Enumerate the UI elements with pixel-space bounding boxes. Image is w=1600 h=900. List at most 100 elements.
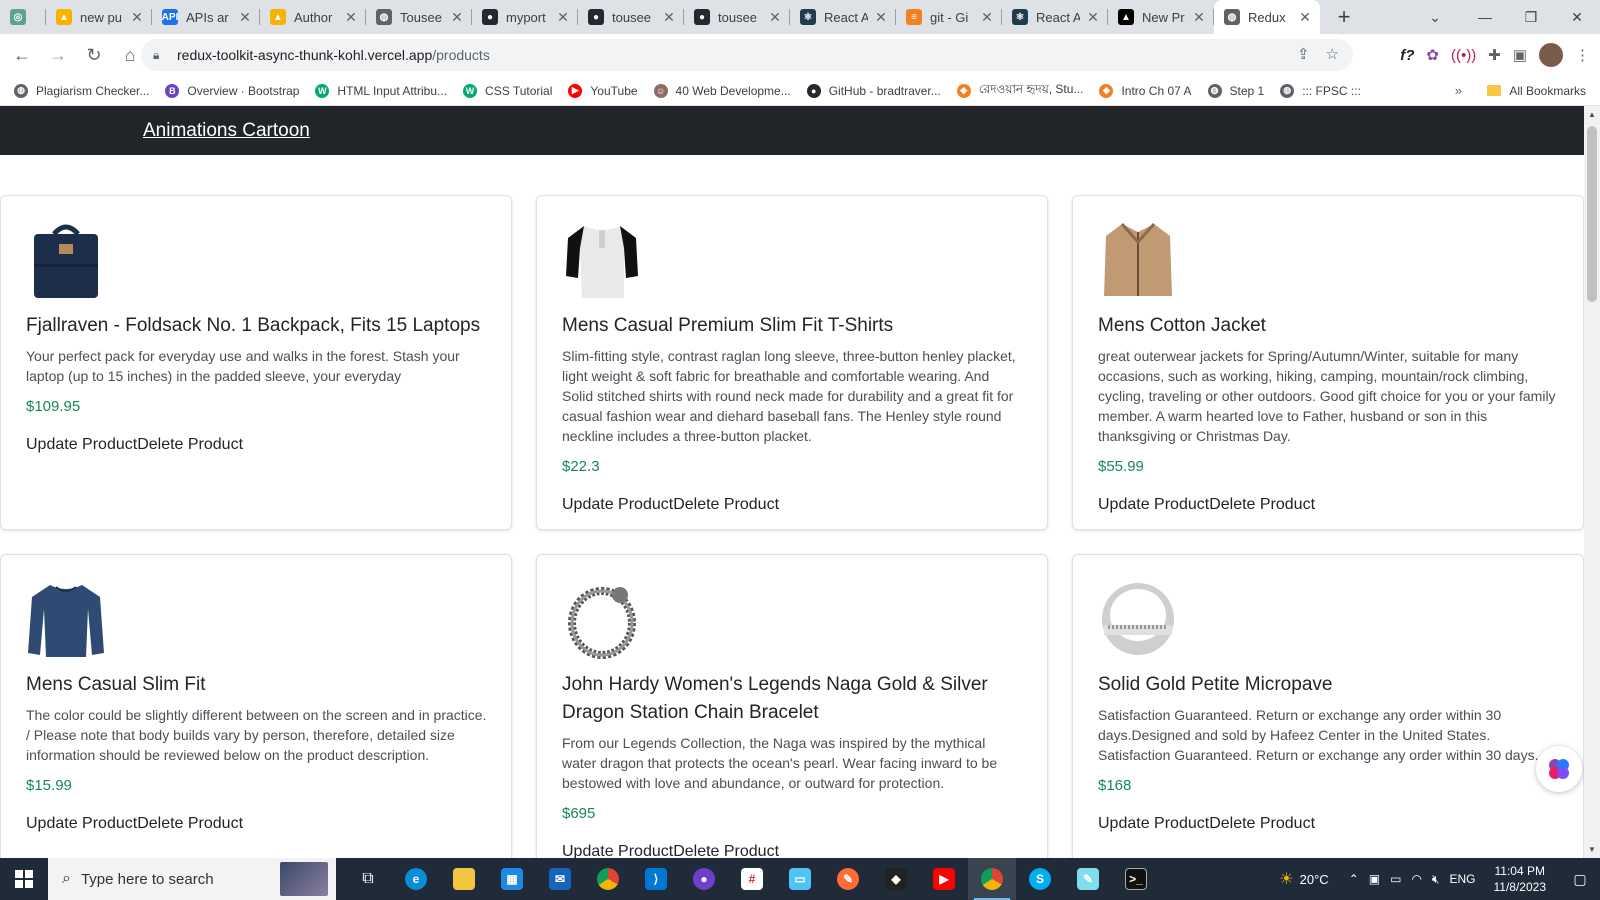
bookmark-item[interactable]: ● GitHub - bradtraver...: [806, 83, 941, 98]
browser-tab[interactable]: ⚛ React A ✕: [790, 0, 896, 34]
delete-product-button[interactable]: Delete Product: [1209, 815, 1315, 832]
puzzle-icon[interactable]: ✚: [1488, 46, 1501, 64]
bookmark-item[interactable]: W HTML Input Attribu...: [315, 83, 447, 98]
search-highlight-image[interactable]: [280, 862, 328, 896]
update-product-button[interactable]: Update Product: [26, 436, 137, 453]
tab-close-icon[interactable]: ✕: [1086, 9, 1100, 26]
browser-tab[interactable]: ⚛ React A ✕: [1002, 0, 1108, 34]
github-desktop-icon[interactable]: ●: [680, 858, 728, 900]
all-bookmarks-folder[interactable]: All Bookmarks: [1487, 84, 1586, 98]
delete-product-button[interactable]: Delete Product: [1209, 496, 1315, 513]
bookmark-item[interactable]: W CSS Tutorial: [463, 83, 552, 98]
chrome-active-icon[interactable]: [968, 858, 1016, 900]
tab-close-icon[interactable]: ✕: [768, 9, 782, 26]
url-text[interactable]: redux-toolkit-async-thunk-kohl.vercel.ap…: [177, 47, 490, 63]
floating-assistant-button[interactable]: [1536, 746, 1582, 792]
tab-close-icon[interactable]: ✕: [344, 9, 358, 26]
bookmark-star-icon[interactable]: ☆: [1326, 45, 1339, 63]
minimize-button[interactable]: —: [1462, 0, 1508, 34]
bookmark-item[interactable]: ◆ রেদওয়ান হৃদয়, Stu...: [956, 81, 1083, 101]
inkscape-icon[interactable]: ◆: [872, 858, 920, 900]
browser-tab[interactable]: ▲ New Pr ✕: [1108, 0, 1214, 34]
delete-product-button[interactable]: Delete Product: [137, 815, 243, 832]
audio-extension-icon[interactable]: ((•)): [1451, 47, 1476, 64]
close-window-button[interactable]: ✕: [1554, 0, 1600, 34]
bookmark-item[interactable]: ◆ Intro Ch 07 A: [1099, 83, 1192, 98]
browser-tab[interactable]: ▲ Author ✕: [260, 0, 366, 34]
back-button[interactable]: ←: [6, 39, 38, 71]
terminal-icon[interactable]: >_: [1112, 858, 1160, 900]
scroll-down-icon[interactable]: ▼: [1588, 845, 1596, 854]
browser-tab[interactable]: ◍ Tousee ✕: [366, 0, 472, 34]
restore-button[interactable]: ❐: [1508, 0, 1554, 34]
battery-icon[interactable]: ▭: [1390, 872, 1401, 886]
chrome-icon[interactable]: [584, 858, 632, 900]
side-panel-icon[interactable]: ▣: [1513, 46, 1527, 64]
tab-close-icon[interactable]: ✕: [556, 9, 570, 26]
tab-close-icon[interactable]: ✕: [130, 9, 144, 26]
delete-product-button[interactable]: Delete Product: [673, 843, 779, 858]
menu-kebab-icon[interactable]: ⋮: [1575, 46, 1590, 64]
tab-close-icon[interactable]: ✕: [450, 9, 464, 26]
task-view-icon[interactable]: ⧉: [344, 858, 392, 900]
tab-close-icon[interactable]: ✕: [1192, 9, 1206, 26]
slack-icon[interactable]: #: [728, 858, 776, 900]
browser-tab[interactable]: ◍ Redux ✕: [1214, 0, 1320, 34]
new-tab-button[interactable]: +: [1330, 4, 1358, 30]
brain-extension-icon[interactable]: ✿: [1426, 46, 1439, 64]
clock[interactable]: 11:04 PM 11/8/2023: [1494, 863, 1547, 895]
notepad-icon[interactable]: ✎: [1064, 858, 1112, 900]
browser-tab[interactable]: ▲ new pu ✕: [46, 0, 152, 34]
page-scrollbar[interactable]: ▲ ▼: [1584, 106, 1600, 858]
browser-tab[interactable]: ● tousee ✕: [684, 0, 790, 34]
youtube-icon[interactable]: ▶: [920, 858, 968, 900]
volume-icon[interactable]: 🔇︎: [1432, 872, 1440, 887]
wifi-icon[interactable]: ◠: [1411, 872, 1421, 886]
tab-search-icon[interactable]: ⌄: [1420, 0, 1450, 34]
skype-icon[interactable]: S: [1016, 858, 1064, 900]
browser-tab[interactable]: ◎: [0, 0, 46, 34]
browser-tab[interactable]: ≡ git - Gi ✕: [896, 0, 1002, 34]
tray-expand-icon[interactable]: ⌃: [1349, 872, 1359, 886]
tab-close-icon[interactable]: ✕: [662, 9, 676, 26]
computer-icon[interactable]: ▭: [776, 858, 824, 900]
file-explorer-icon[interactable]: [440, 858, 488, 900]
bookmark-item[interactable]: ▶ YouTube: [568, 83, 638, 98]
update-product-button[interactable]: Update Product: [562, 843, 673, 858]
edge-icon[interactable]: e: [392, 858, 440, 900]
forward-button[interactable]: →: [42, 39, 74, 71]
more-bookmarks-icon[interactable]: »: [1455, 83, 1462, 98]
scrollbar-thumb[interactable]: [1587, 126, 1597, 302]
bookmark-item[interactable]: B Overview · Bootstrap: [165, 83, 299, 98]
browser-tab[interactable]: ● myport ✕: [472, 0, 578, 34]
tab-close-icon[interactable]: ✕: [874, 9, 888, 26]
postman-icon[interactable]: ✎: [824, 858, 872, 900]
reload-button[interactable]: ↻: [78, 39, 110, 71]
address-bar[interactable]: 🔒︎ redux-toolkit-async-thunk-kohl.vercel…: [141, 39, 1353, 71]
bookmark-item[interactable]: ◍ Step 1: [1207, 83, 1264, 98]
share-icon[interactable]: ⇪: [1297, 45, 1310, 63]
delete-product-button[interactable]: Delete Product: [673, 496, 779, 513]
bookmark-item[interactable]: ◍ Plagiarism Checker...: [14, 83, 149, 98]
bookmark-item[interactable]: ☺ 40 Web Developme...: [653, 83, 791, 98]
lock-icon[interactable]: 🔒︎: [153, 48, 169, 63]
bookmark-item[interactable]: ◍::: FPSC :::: [1280, 83, 1361, 98]
tab-close-icon[interactable]: ✕: [238, 9, 252, 26]
tab-close-icon[interactable]: ✕: [980, 9, 994, 26]
meet-now-icon[interactable]: ▣: [1369, 872, 1380, 886]
update-product-button[interactable]: Update Product: [1098, 815, 1209, 832]
start-button[interactable]: [0, 858, 48, 900]
store-icon[interactable]: ▦: [488, 858, 536, 900]
tab-close-icon[interactable]: ✕: [1298, 9, 1312, 26]
weather-widget[interactable]: ☀ 20°C: [1279, 869, 1328, 889]
update-product-button[interactable]: Update Product: [1098, 496, 1209, 513]
taskbar-search-box[interactable]: ⌕ Type here to search: [48, 858, 336, 900]
notifications-icon[interactable]: ▢: [1560, 871, 1600, 888]
font-extension-icon[interactable]: f?: [1400, 47, 1414, 64]
update-product-button[interactable]: Update Product: [26, 815, 137, 832]
update-product-button[interactable]: Update Product: [562, 496, 673, 513]
browser-tab[interactable]: ● tousee ✕: [578, 0, 684, 34]
profile-avatar[interactable]: [1539, 43, 1563, 67]
navbar-brand-link[interactable]: Animations Cartoon: [143, 120, 310, 142]
scroll-up-icon[interactable]: ▲: [1588, 110, 1596, 119]
